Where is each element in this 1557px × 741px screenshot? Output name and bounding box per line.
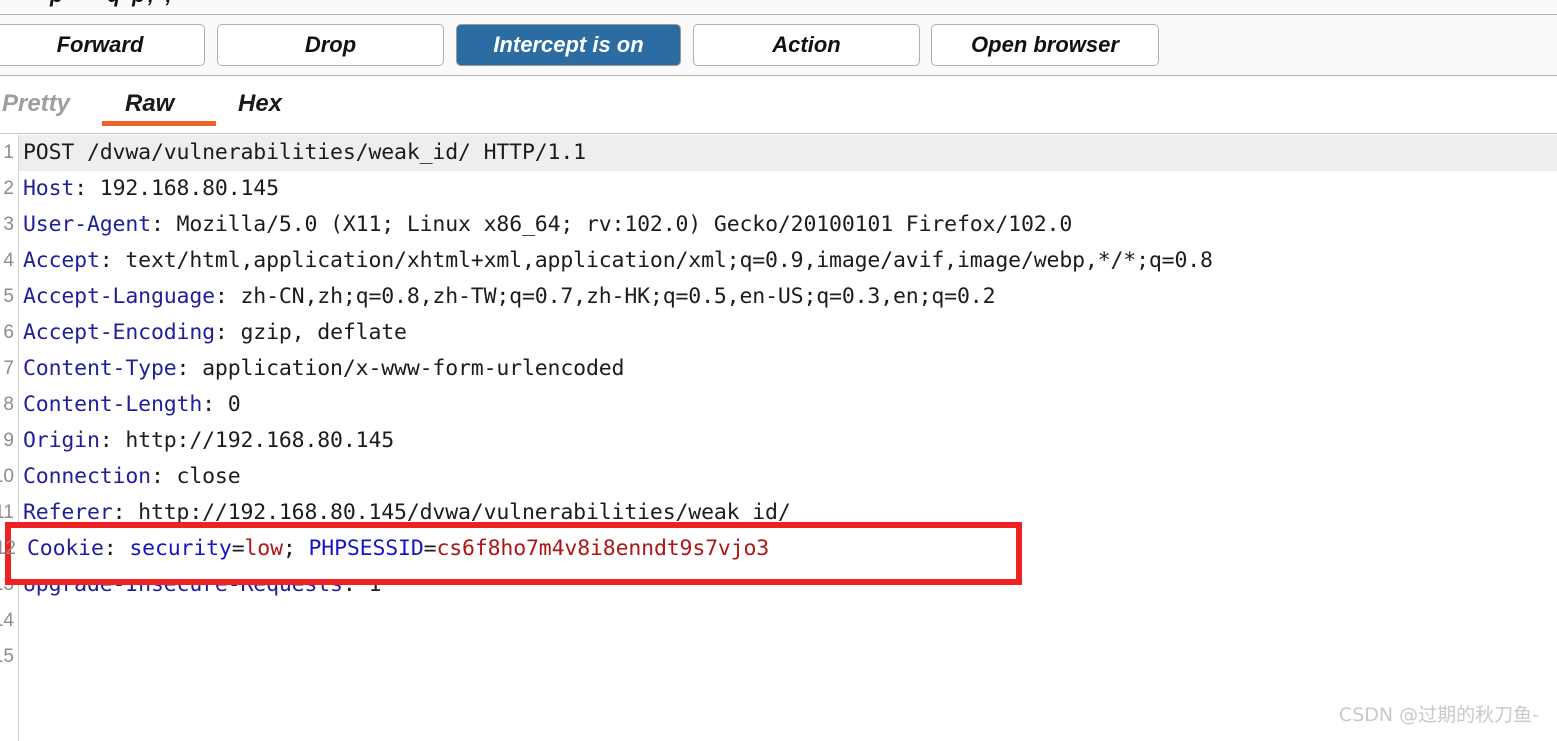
header-name: Accept bbox=[23, 248, 100, 273]
header-name: Content-Length bbox=[23, 392, 203, 417]
header-line-upgrade-insecure-requests: Upgrade-Insecure-Requests: 1 bbox=[19, 567, 1557, 603]
cookie-value-phpsessid: cs6f8ho7m4v8i8enndt9s7vjo3 bbox=[436, 536, 770, 561]
header-name: Referer bbox=[23, 500, 113, 525]
header-colon: : bbox=[103, 536, 130, 561]
request-start-line-text: POST /dvwa/vulnerabilities/weak_id/ HTTP… bbox=[23, 140, 586, 165]
header-value: : zh-CN,zh;q=0.8,zh-TW;q=0.7,zh-HK;q=0.5… bbox=[214, 284, 996, 309]
header-line-cookie-highlighted: Cookie: security=low; PHPSESSID=cs6f8ho7… bbox=[23, 531, 1023, 567]
line-number: 9 bbox=[3, 430, 14, 451]
header-line-host: Host: 192.168.80.145 bbox=[19, 171, 1557, 207]
drop-button[interactable]: Drop bbox=[217, 24, 444, 66]
header-value: : application/x-www-form-urlencoded bbox=[176, 356, 625, 381]
cookie-name-security: security bbox=[129, 536, 232, 561]
csdn-watermark: CSDN @过期的秋刀鱼- bbox=[1338, 704, 1539, 726]
cookie-separator: ; bbox=[282, 536, 309, 561]
header-value: : http://192.168.80.145 bbox=[99, 428, 395, 453]
line-number: 10 bbox=[0, 466, 14, 487]
forward-button[interactable]: Forward bbox=[0, 24, 205, 66]
line-number: 8 bbox=[3, 394, 14, 415]
header-value: : text/html,application/xhtml+xml,applic… bbox=[99, 248, 1213, 273]
header-line-accept-encoding: Accept-Encoding: gzip, deflate bbox=[19, 315, 1557, 351]
intercept-toggle-button[interactable]: Intercept is on bbox=[456, 24, 681, 66]
header-value: : http://192.168.80.145/dvwa/vulnerabili… bbox=[112, 500, 791, 525]
raw-request-editor[interactable]: 1 2 3 4 5 6 7 8 9 10 11 12 13 14 15 POST… bbox=[0, 135, 1557, 741]
header-line-referer: Referer: http://192.168.80.145/dvwa/vuln… bbox=[19, 495, 1557, 531]
open-browser-button[interactable]: Open browser bbox=[931, 24, 1159, 66]
header-value: : gzip, deflate bbox=[214, 320, 407, 345]
line-number: 5 bbox=[3, 286, 14, 307]
line-number: 2 bbox=[3, 178, 14, 199]
header-line-origin: Origin: http://192.168.80.145 bbox=[19, 423, 1557, 459]
header-name: Accept-Encoding bbox=[23, 320, 215, 345]
header-value: : 0 bbox=[202, 392, 241, 417]
tab-pretty[interactable]: Pretty bbox=[2, 90, 70, 128]
header-line-user-agent: User-Agent: Mozilla/5.0 (X11; Linux x86_… bbox=[19, 207, 1557, 243]
header-name: Origin bbox=[23, 428, 100, 453]
line-number: 11 bbox=[0, 502, 14, 523]
line-number: 15 bbox=[0, 646, 14, 667]
cutoff-top-strip: p — q p, , bbox=[0, 0, 1557, 14]
header-line-content-length: Content-Length: 0 bbox=[19, 387, 1557, 423]
message-view-tabs: Pretty Raw Hex bbox=[0, 76, 1557, 134]
line-number-gutter: 1 2 3 4 5 6 7 8 9 10 11 12 13 14 15 bbox=[0, 135, 19, 741]
header-line-content-type: Content-Type: application/x-www-form-url… bbox=[19, 351, 1557, 387]
tab-hex[interactable]: Hex bbox=[238, 90, 282, 128]
line-number: 1 bbox=[3, 142, 14, 163]
header-name: Host bbox=[23, 176, 75, 201]
cookie-equals: = bbox=[423, 536, 437, 561]
header-name: Upgrade-Insecure-Requests bbox=[23, 572, 343, 597]
cookie-value-security: low bbox=[244, 536, 284, 561]
header-value: : 192.168.80.145 bbox=[74, 176, 279, 201]
header-line-connection: Connection: close bbox=[19, 459, 1557, 495]
header-name: User-Agent bbox=[23, 212, 151, 237]
header-value: : 1 bbox=[342, 572, 382, 597]
header-value: : close bbox=[150, 464, 241, 489]
request-line: POST /dvwa/vulnerabilities/weak_id/ HTTP… bbox=[19, 135, 1557, 171]
line-number: 7 bbox=[3, 358, 14, 379]
header-name: Accept-Language bbox=[23, 284, 215, 309]
action-button[interactable]: Action bbox=[693, 24, 920, 66]
cookie-equals: = bbox=[231, 536, 245, 561]
header-name: Content-Type bbox=[23, 356, 177, 381]
proxy-intercept-toolbar: Forward Drop Intercept is on Action Open… bbox=[0, 14, 1557, 76]
header-line-accept: Accept: text/html,application/xhtml+xml,… bbox=[19, 243, 1557, 279]
line-number: 3 bbox=[3, 214, 14, 235]
tab-active-indicator bbox=[102, 121, 216, 126]
line-number: 14 bbox=[0, 610, 14, 631]
cutoff-text-remnant: p — q p, , bbox=[50, 0, 175, 8]
request-text-content[interactable]: POST /dvwa/vulnerabilities/weak_id/ HTTP… bbox=[19, 135, 1557, 741]
header-value: : Mozilla/5.0 (X11; Linux x86_64; rv:102… bbox=[150, 212, 1073, 237]
header-line-accept-language: Accept-Language: zh-CN,zh;q=0.8,zh-TW;q=… bbox=[19, 279, 1557, 315]
line-number: 13 bbox=[0, 574, 14, 595]
line-number: 6 bbox=[3, 322, 14, 343]
cookie-name-phpsessid: PHPSESSID bbox=[308, 536, 424, 561]
header-name: Cookie bbox=[27, 536, 104, 561]
header-name: Connection bbox=[23, 464, 151, 489]
line-number-highlighted: 12 bbox=[0, 538, 16, 559]
line-number: 4 bbox=[3, 250, 14, 271]
